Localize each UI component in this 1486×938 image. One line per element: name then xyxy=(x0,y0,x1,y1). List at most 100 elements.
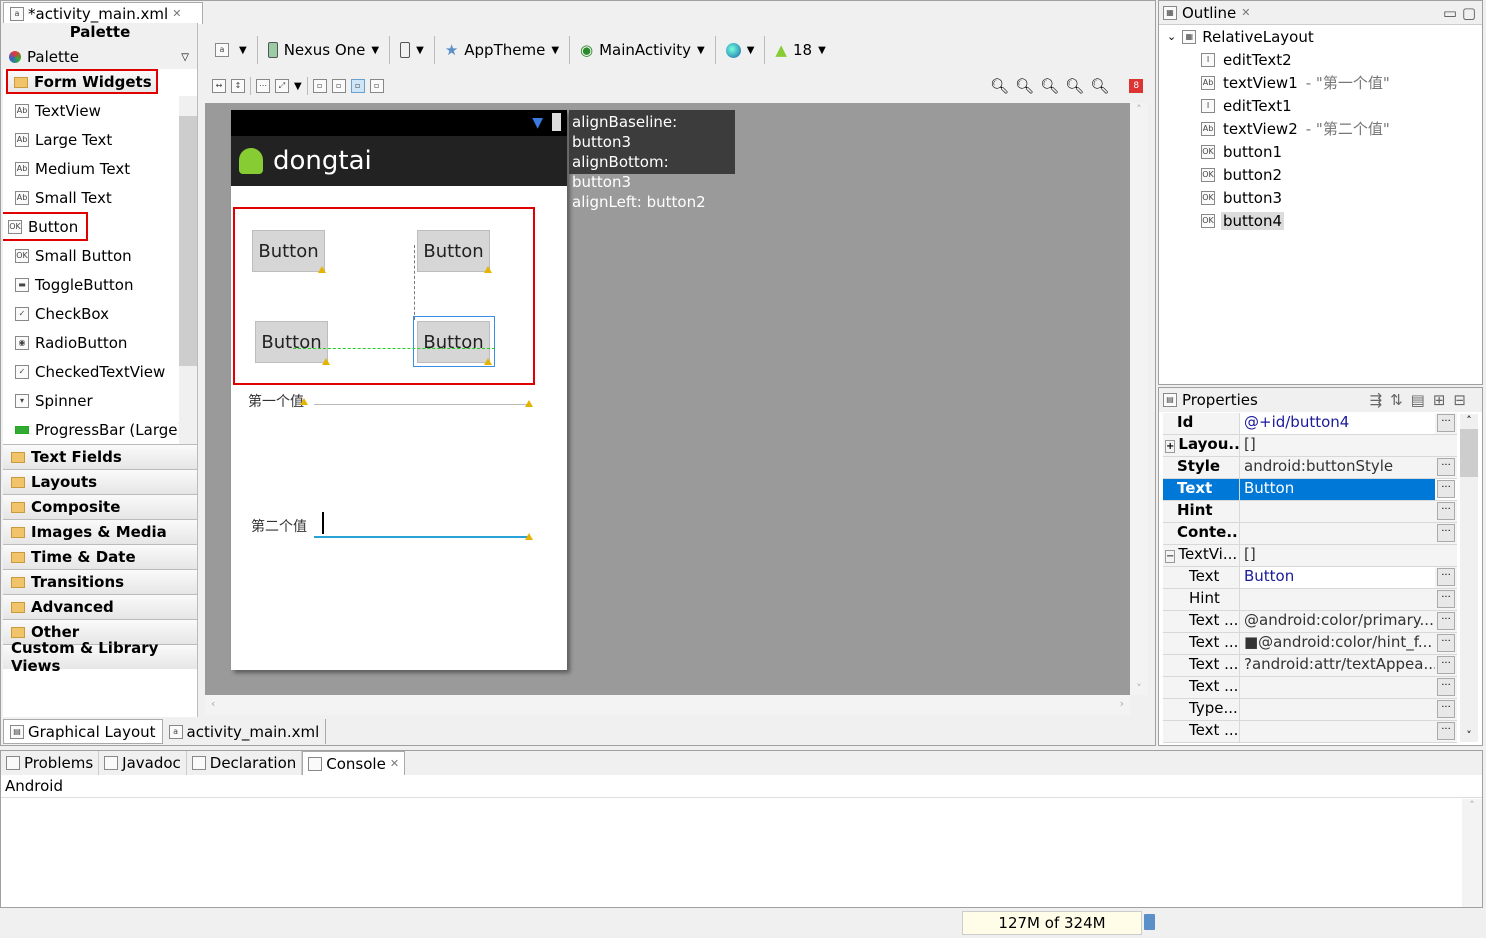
trash-icon[interactable] xyxy=(1144,914,1155,930)
button2[interactable]: Button xyxy=(417,230,490,272)
zoom-100-icon[interactable]: 🔍︎ xyxy=(1040,77,1059,95)
property-value[interactable] xyxy=(1240,589,1435,610)
edit-property-button[interactable]: ··· xyxy=(1437,502,1455,520)
palette-category[interactable]: Images & Media xyxy=(3,519,197,544)
edit-text2[interactable] xyxy=(314,404,530,405)
palette-item[interactable]: ▾ Spinner xyxy=(3,386,197,415)
console-scrollbar[interactable]: ˄ xyxy=(1462,799,1482,907)
property-row[interactable]: − TextVi...[] xyxy=(1163,545,1457,567)
property-row[interactable]: Text Button ··· xyxy=(1163,479,1457,501)
property-row[interactable]: Text ... ··· xyxy=(1163,677,1457,699)
edit-property-button[interactable]: ··· xyxy=(1437,700,1455,718)
edit-property-button[interactable]: ··· xyxy=(1437,480,1455,498)
outline-item[interactable]: OK button3 xyxy=(1159,186,1482,209)
property-value[interactable] xyxy=(1240,501,1435,522)
property-value[interactable] xyxy=(1240,721,1435,742)
edit-property-button[interactable]: ··· xyxy=(1437,414,1455,432)
console-tab[interactable]: Console ✕ xyxy=(302,751,406,775)
property-row[interactable]: Id @+id/button4 ··· xyxy=(1163,413,1457,435)
device-selector[interactable]: Nexus One ▼ xyxy=(267,41,379,59)
property-row[interactable]: Hint ··· xyxy=(1163,501,1457,523)
property-value[interactable]: ■@android:color/hint_f... xyxy=(1240,633,1435,654)
property-row[interactable]: Text ... ··· xyxy=(1163,721,1457,743)
property-value[interactable] xyxy=(1240,523,1435,544)
zoom-out-icon[interactable]: 🔍︎ xyxy=(1065,77,1084,95)
property-value[interactable] xyxy=(1240,677,1435,698)
palette-item[interactable]: ProgressBar (Large) xyxy=(3,415,197,444)
canvas-hscrollbar[interactable]: ‹ › xyxy=(205,695,1130,715)
palette-item[interactable]: Ab TextView xyxy=(3,96,197,125)
palette-category[interactable]: Time & Date xyxy=(3,544,197,569)
expand-icon[interactable]: + xyxy=(1165,440,1176,453)
palette-item[interactable]: Ab Small Text xyxy=(3,183,197,212)
property-row[interactable]: Text ... ?android:attr/textAppea... ··· xyxy=(1163,655,1457,677)
tab-graphical-layout[interactable]: ▤ Graphical Layout xyxy=(3,719,163,744)
property-row[interactable]: Text Button ··· xyxy=(1163,567,1457,589)
property-value[interactable]: @+id/button4 xyxy=(1240,413,1435,434)
fill-height-icon[interactable]: ↕ xyxy=(231,79,245,93)
property-row[interactable]: Conte... ··· xyxy=(1163,523,1457,545)
editor-tab[interactable]: a *activity_main.xml ✕ xyxy=(3,2,203,24)
margins-icon[interactable]: ⋯ xyxy=(256,79,270,93)
expand-icon[interactable]: − xyxy=(1165,550,1176,563)
palette-item[interactable]: ◉ RadioButton xyxy=(3,328,197,357)
property-value[interactable]: android:buttonStyle xyxy=(1240,457,1435,478)
edit-text1[interactable] xyxy=(314,512,530,538)
property-value[interactable]: Button xyxy=(1240,567,1435,588)
property-value[interactable]: @android:color/primary... xyxy=(1240,611,1435,632)
edit-property-button[interactable]: ··· xyxy=(1437,678,1455,696)
properties-scrollbar[interactable]: ˄ ˅ xyxy=(1460,414,1478,742)
button1[interactable]: Button xyxy=(252,230,325,272)
align-baseline-icon[interactable]: ▫ xyxy=(312,79,327,93)
palette-category[interactable]: Composite xyxy=(3,494,197,519)
minimize-maximize-icons[interactable]: ▭ ▢ xyxy=(1443,4,1476,22)
zoom-fit-icon[interactable]: 🔍︎ xyxy=(990,77,1009,95)
edit-property-button[interactable]: ··· xyxy=(1437,590,1455,608)
chevron-down-icon[interactable]: ▼ xyxy=(294,81,302,92)
palette-scrollbar[interactable] xyxy=(179,96,197,444)
edit-property-button[interactable]: ··· xyxy=(1437,722,1455,740)
edit-property-button[interactable]: ··· xyxy=(1437,458,1455,476)
property-value[interactable] xyxy=(1240,699,1435,720)
gravity-icon[interactable]: ⤢ xyxy=(275,79,289,93)
console-tab[interactable]: Problems xyxy=(1,751,100,775)
outline-item[interactable]: OK button4 xyxy=(1159,209,1482,232)
edit-property-button[interactable]: ··· xyxy=(1437,524,1455,542)
text-view1[interactable]: 第一个值 xyxy=(248,391,304,411)
outline-item[interactable]: IeditText1 xyxy=(1159,94,1482,117)
align-right-icon[interactable]: ▫ xyxy=(369,79,384,93)
theme-selector[interactable]: ★ AppTheme ▼ xyxy=(445,41,559,59)
activity-selector[interactable]: ◉ MainActivity ▼ xyxy=(580,41,705,59)
property-value[interactable]: Button xyxy=(1240,479,1435,500)
palette-item[interactable]: OK Button xyxy=(3,212,88,241)
xml-config-icon[interactable]: a xyxy=(215,43,229,57)
edit-property-button[interactable]: ··· xyxy=(1437,634,1455,652)
property-value[interactable]: [] xyxy=(1240,545,1457,566)
property-row[interactable]: + Layou...[] xyxy=(1163,435,1457,457)
outline-item[interactable]: OK button1 xyxy=(1159,140,1482,163)
edit-property-button[interactable]: ··· xyxy=(1437,612,1455,630)
zoom-in-icon[interactable]: 🔍︎ xyxy=(1090,77,1109,95)
memory-indicator[interactable]: 127M of 324M xyxy=(962,911,1142,935)
api-selector[interactable]: ▲ 18 ▼ xyxy=(775,41,825,59)
align-left-icon[interactable]: ▫ xyxy=(350,79,365,93)
outline-item[interactable]: Ab textView2 - "第二个值" xyxy=(1159,117,1482,140)
property-row[interactable]: Hint ··· xyxy=(1163,589,1457,611)
close-icon[interactable]: ✕ xyxy=(172,7,181,20)
properties-toolbar-icons[interactable]: ⇶⇅▤⊞⊟ xyxy=(1370,391,1474,409)
fill-width-icon[interactable]: ↔ xyxy=(212,79,226,93)
palette-dropdown[interactable]: Palette ▽ xyxy=(3,45,197,69)
palette-item[interactable]: ✓ CheckedTextView xyxy=(3,357,197,386)
close-icon[interactable]: ✕ xyxy=(1241,6,1250,19)
property-row[interactable]: Text ... ■@android:color/hint_f... ··· xyxy=(1163,633,1457,655)
palette-category[interactable]: Custom & Library Views xyxy=(3,639,197,675)
palette-item[interactable]: ✓ CheckBox xyxy=(3,299,197,328)
palette-item[interactable]: OK Small Button xyxy=(3,241,197,270)
palette-category[interactable]: Layouts xyxy=(3,469,197,494)
property-row[interactable]: Text ... @android:color/primary... ··· xyxy=(1163,611,1457,633)
text-view2[interactable]: 第二个值 xyxy=(251,516,307,536)
zoom-real-icon[interactable]: 🔍︎ xyxy=(1015,77,1034,95)
canvas-vscrollbar[interactable]: ˄ ˅ xyxy=(1130,103,1148,695)
chevron-down-icon[interactable]: ▼ xyxy=(239,45,247,56)
edit-property-button[interactable]: ··· xyxy=(1437,568,1455,586)
